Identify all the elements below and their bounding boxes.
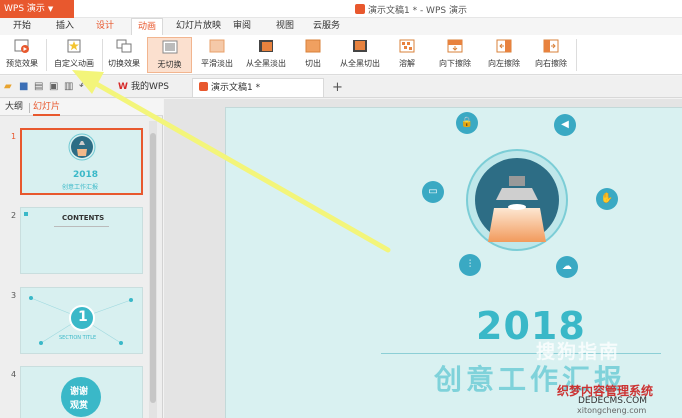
slide-number: 3 <box>11 291 17 300</box>
transition-none-icon <box>162 40 177 54</box>
slide-thumbnail-3[interactable]: 1 SECTION TITLE <box>20 287 143 354</box>
current-slide[interactable]: 🔒 ◀ ▭ ✋ ⫶ ☁ 2018 创意工作汇报 <box>225 107 682 418</box>
slide-thumbnail-4[interactable]: 谢谢 观赏 <box>20 366 143 418</box>
thumb-year: 2018 <box>73 170 99 180</box>
thumb-contents-title: CONTENTS <box>62 214 105 222</box>
switch-effect-button[interactable]: 切换效果 <box>105 37 143 73</box>
print-preview-icon[interactable]: ▣ <box>49 82 59 92</box>
thumb-subtitle: 创意工作汇报 <box>62 184 99 191</box>
lock-icon: 🔒 <box>456 112 478 134</box>
tab-outline[interactable]: 大纲 <box>5 99 23 116</box>
print-icon[interactable]: ▤ <box>34 82 44 92</box>
save-icon[interactable]: ■ <box>19 82 29 92</box>
wps-logo-icon: W <box>118 82 128 92</box>
transition-cut-icon <box>305 39 321 53</box>
tab-current-document[interactable]: 演示文稿1 * <box>192 78 324 97</box>
panel-tabs: 大纲 幻灯片 <box>0 99 163 116</box>
presentation-icon <box>355 4 365 14</box>
transition-fade-black[interactable]: 从全黑淡出 <box>242 37 290 73</box>
transition-wipe-down[interactable]: 向下擦除 <box>435 37 475 73</box>
wipe-down-icon <box>447 39 463 53</box>
tab-insert[interactable]: 插入 <box>56 18 74 35</box>
custom-animation-icon <box>67 39 81 53</box>
thumb-section-number: 1 <box>78 309 88 325</box>
transition-wipe-right[interactable]: 向右擦除 <box>531 37 571 73</box>
redo-icon[interactable]: ↷ <box>93 82 103 92</box>
transition-dissolve[interactable]: 溶解 <box>392 37 422 73</box>
open-folder-icon[interactable]: ▰ <box>4 82 14 92</box>
panel-scrollbar[interactable] <box>149 121 157 418</box>
tab-slides[interactable]: 幻灯片 <box>33 99 61 116</box>
watermark-site-en: DEDECMS.COM <box>578 396 647 406</box>
thumb-circle <box>61 377 101 417</box>
window-title: 演示文稿1 * - WPS 演示 <box>355 3 467 16</box>
watermark-sogou: 搜狗指南 <box>536 341 621 363</box>
custom-animation-button[interactable]: 自定义动画 <box>50 37 98 73</box>
slide-number: 4 <box>11 370 17 379</box>
scrollbar-thumb[interactable] <box>150 133 156 403</box>
slide-panel: 大纲 幻灯片 1 2018 创意工作汇报 2 CONTENTS 3 1 SECT… <box>0 99 163 418</box>
menu-bar: 开始 插入 设计 动画 幻灯片放映 审阅 视图 云服务 <box>0 18 682 35</box>
tab-cloud[interactable]: 云服务 <box>313 18 340 35</box>
slide-thumbnail-1[interactable]: 2018 创意工作汇报 <box>20 128 143 195</box>
thumb-section-title: SECTION TITLE <box>59 335 97 341</box>
preview-button[interactable]: 预览效果 <box>2 37 42 73</box>
export-icon[interactable]: ▥ <box>64 82 74 92</box>
chevron-down-icon: ▼ <box>47 5 54 13</box>
transition-cut-black-icon <box>353 40 367 52</box>
new-tab-button[interactable]: + <box>332 78 343 97</box>
transition-cut[interactable]: 切出 <box>296 37 330 73</box>
tab-slideshow[interactable]: 幻灯片放映 <box>176 18 221 35</box>
presentation-icon <box>199 82 208 91</box>
wipe-left-icon <box>496 39 512 53</box>
switch-effect-icon <box>116 39 132 53</box>
thumb-line <box>54 226 109 227</box>
chat-icon: ▭ <box>422 181 444 203</box>
transition-dissolve-icon <box>399 39 415 53</box>
ribbon: 预览效果 自定义动画 切换效果 无切换 平滑淡出 从全黑淡出 切出 从全黑切出 … <box>0 35 682 75</box>
transition-cut-black[interactable]: 从全黑切出 <box>335 37 385 73</box>
slide-number: 2 <box>11 211 17 220</box>
handshake-icon: ✋ <box>596 188 618 210</box>
transition-fade-black-icon <box>259 40 273 52</box>
quick-access-toolbar: ▰ ■ ▤ ▣ ▥ ↶ ↷ W 我的WPS 演示文稿1 * + <box>0 76 682 98</box>
speaker-icon: ◀ <box>554 114 576 136</box>
cloud-download-icon: ☁ <box>556 256 578 278</box>
preview-icon <box>14 39 29 53</box>
transition-none[interactable]: 无切换 <box>147 37 192 73</box>
slide-number: 1 <box>11 132 17 141</box>
thumb-watching: 观赏 <box>70 401 89 411</box>
transition-fade-smooth[interactable]: 平滑淡出 <box>196 37 238 73</box>
settings-sliders-icon: ⫶ <box>459 254 481 276</box>
thumb-marker <box>24 212 28 216</box>
tab-my-wps[interactable]: W 我的WPS <box>112 78 175 97</box>
tab-animation[interactable]: 动画 <box>131 18 164 35</box>
tab-review[interactable]: 审阅 <box>233 18 251 35</box>
undo-icon[interactable]: ↶ <box>79 82 89 92</box>
app-menu-button[interactable]: WPS 演示 ▼ <box>0 0 74 18</box>
tab-home[interactable]: 开始 <box>13 18 31 35</box>
wipe-right-icon <box>543 39 559 53</box>
tab-view[interactable]: 视图 <box>276 18 294 35</box>
watermark-site3: xitongcheng.com <box>577 406 647 415</box>
transition-wipe-left[interactable]: 向左擦除 <box>484 37 524 73</box>
title-bar: WPS 演示 ▼ 演示文稿1 * - WPS 演示 <box>0 0 682 18</box>
slide-editor: 🔒 ◀ ▭ ✋ ⫶ ☁ 2018 创意工作汇报 <box>164 99 682 418</box>
transition-fade-icon <box>209 39 225 53</box>
app-name: WPS 演示 <box>4 4 45 14</box>
slide-thumbnail-2[interactable]: CONTENTS <box>20 207 143 274</box>
tab-design[interactable]: 设计 <box>96 18 114 35</box>
thumb-thanks: 谢谢 <box>70 387 89 397</box>
